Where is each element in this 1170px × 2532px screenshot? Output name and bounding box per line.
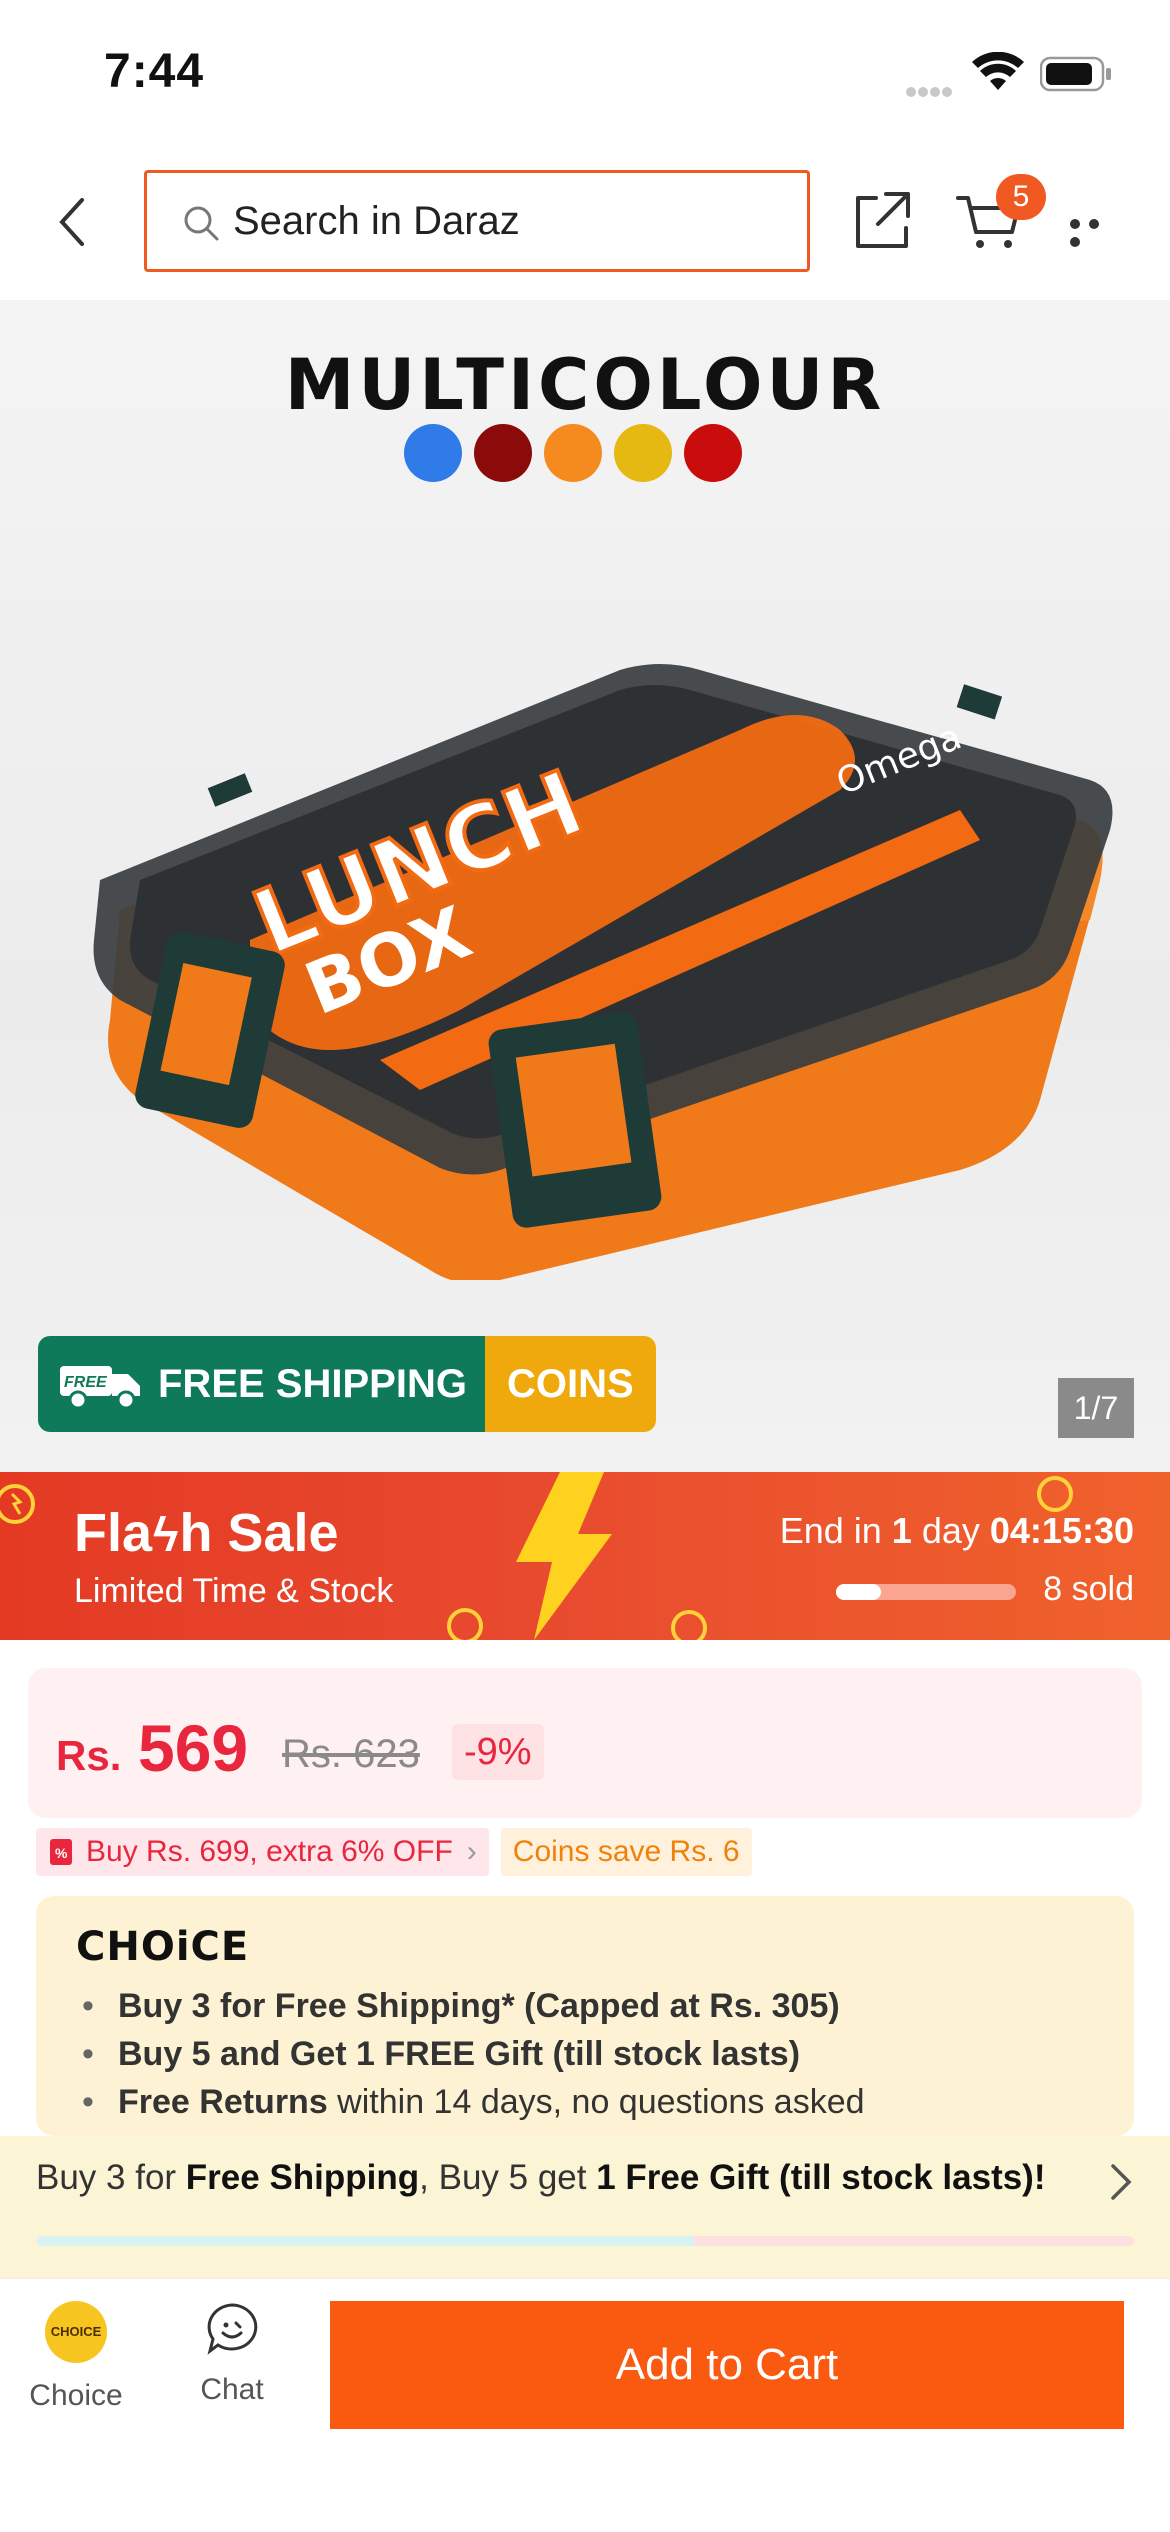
product-badges: FREE FREE SHIPPING COINS [38, 1336, 656, 1432]
sold-count: 8 sold [1043, 1570, 1134, 1608]
original-price: Rs. 623 [282, 1732, 420, 1776]
list-item: • Buy 3 for Free Shipping* (Capped at Rs.… [82, 1987, 840, 2025]
choice-tab-label: Choice [29, 2379, 123, 2412]
price-value: 569 [138, 1711, 249, 1785]
price-currency: Rs. [56, 1732, 122, 1779]
cellular-signal-icon [906, 84, 954, 102]
shipping-banner-text: Buy 3 for Free Shipping, Buy 5 get 1 Fre… [36, 2158, 1046, 2197]
bottom-action-bar: CHOICE Choice Chat Add to Cart [0, 2278, 1170, 2532]
more-options-icon[interactable] [1070, 216, 1126, 247]
alarm-clock-decoration-icon [0, 1484, 35, 1524]
share-icon[interactable] [850, 188, 914, 252]
sold-progress-fill [836, 1584, 881, 1600]
back-arrow-icon[interactable] [48, 190, 98, 254]
alarm-clock-decoration-icon [671, 1610, 707, 1640]
wifi-icon [972, 52, 1024, 90]
voucher-promo-text: Buy Rs. 699, extra 6% OFF [86, 1835, 453, 1868]
choice-benefits-list: • Buy 3 for Free Shipping* (Capped at Rs.… [82, 1982, 865, 2126]
chat-tab[interactable]: Chat [172, 2301, 292, 2407]
flash-sale-banner[interactable]: Flaϟh Sale Limited Time & Stock End in 1… [0, 1472, 1170, 1640]
promo-row: % Buy Rs. 699, extra 6% OFF › Coins save… [36, 1828, 752, 1876]
sold-progress-bar [836, 1584, 1016, 1600]
chat-bubble-icon [207, 2303, 258, 2355]
coins-save-promo[interactable]: Coins save Rs. 6 [500, 1828, 752, 1876]
discount-badge: -9% [452, 1724, 544, 1780]
add-to-cart-button[interactable]: Add to Cart [330, 2301, 1124, 2429]
flash-sale-title: Flaϟh Sale [74, 1503, 339, 1563]
search-placeholder: Search in Daraz [233, 199, 520, 243]
list-item: • Buy 5 and Get 1 FREE Gift (till stock l… [82, 2035, 801, 2073]
choice-benefits-card[interactable]: CHOiCE • Buy 3 for Free Shipping* (Capped… [36, 1896, 1134, 2136]
shipping-progress-bar [36, 2236, 1134, 2246]
flash-sale-subtitle: Limited Time & Stock [74, 1572, 394, 1610]
lightning-bolt-icon [516, 1472, 612, 1640]
shipping-progress-fill [36, 2236, 695, 2246]
image-page-indicator: 1/7 [1058, 1378, 1134, 1438]
voucher-icon: % [50, 1839, 72, 1865]
chevron-right-icon: › [466, 1835, 477, 1868]
lunch-box-product-illustration: LUNCH BOX Omega [93, 664, 1113, 1280]
lightning-letter-icon: ϟ [153, 1509, 179, 1562]
color-swatch [614, 424, 672, 482]
status-time: 7:44 [104, 45, 205, 98]
choice-tab[interactable]: CHOICE Choice [16, 2301, 136, 2413]
search-input[interactable]: Search in Daraz [144, 170, 810, 272]
battery-icon [1040, 56, 1111, 92]
list-item: • Free Returns within 14 days, no questio… [82, 2083, 865, 2121]
top-navigation: Search in Daraz 5 [0, 150, 1170, 300]
free-shipping-badge: FREE FREE SHIPPING [38, 1336, 485, 1432]
product-image-carousel[interactable]: MULTICOLOUR LUNCH BOX Omega FREE FREE SH… [0, 300, 1170, 1472]
search-icon [184, 206, 219, 241]
svg-text:%: % [55, 1845, 68, 1861]
countdown-time: 04:15:30 [989, 1510, 1134, 1551]
delivery-truck-icon: FREE [60, 1366, 140, 1410]
color-swatches [404, 424, 754, 487]
image-title-multicolour: MULTICOLOUR [284, 344, 886, 426]
free-shipping-label: FREE SHIPPING [158, 1361, 467, 1406]
flash-sale-countdown: End in 1 day 04:15:30 [779, 1510, 1134, 1551]
color-swatch [404, 424, 462, 482]
choice-badge-icon: CHOICE [45, 2301, 107, 2363]
alarm-clock-decoration-icon [447, 1608, 483, 1640]
color-swatch [474, 424, 532, 482]
choice-logo: CHOiCE [76, 1924, 250, 1970]
chat-tab-label: Chat [200, 2373, 264, 2406]
price-card: Rs. 569 Rs. 623 -9% [28, 1668, 1142, 1818]
color-swatch [544, 424, 602, 482]
color-swatch [684, 424, 742, 482]
free-shipping-progress-banner[interactable]: Buy 3 for Free Shipping, Buy 5 get 1 Fre… [0, 2136, 1170, 2278]
svg-text:FREE: FREE [64, 1374, 108, 1391]
chevron-right-icon [1111, 2164, 1132, 2200]
voucher-promo[interactable]: % Buy Rs. 699, extra 6% OFF › [36, 1828, 489, 1876]
status-bar: 7:44 [0, 0, 1170, 150]
coins-badge: COINS [484, 1336, 656, 1432]
cart-count-badge: 5 [996, 174, 1046, 220]
